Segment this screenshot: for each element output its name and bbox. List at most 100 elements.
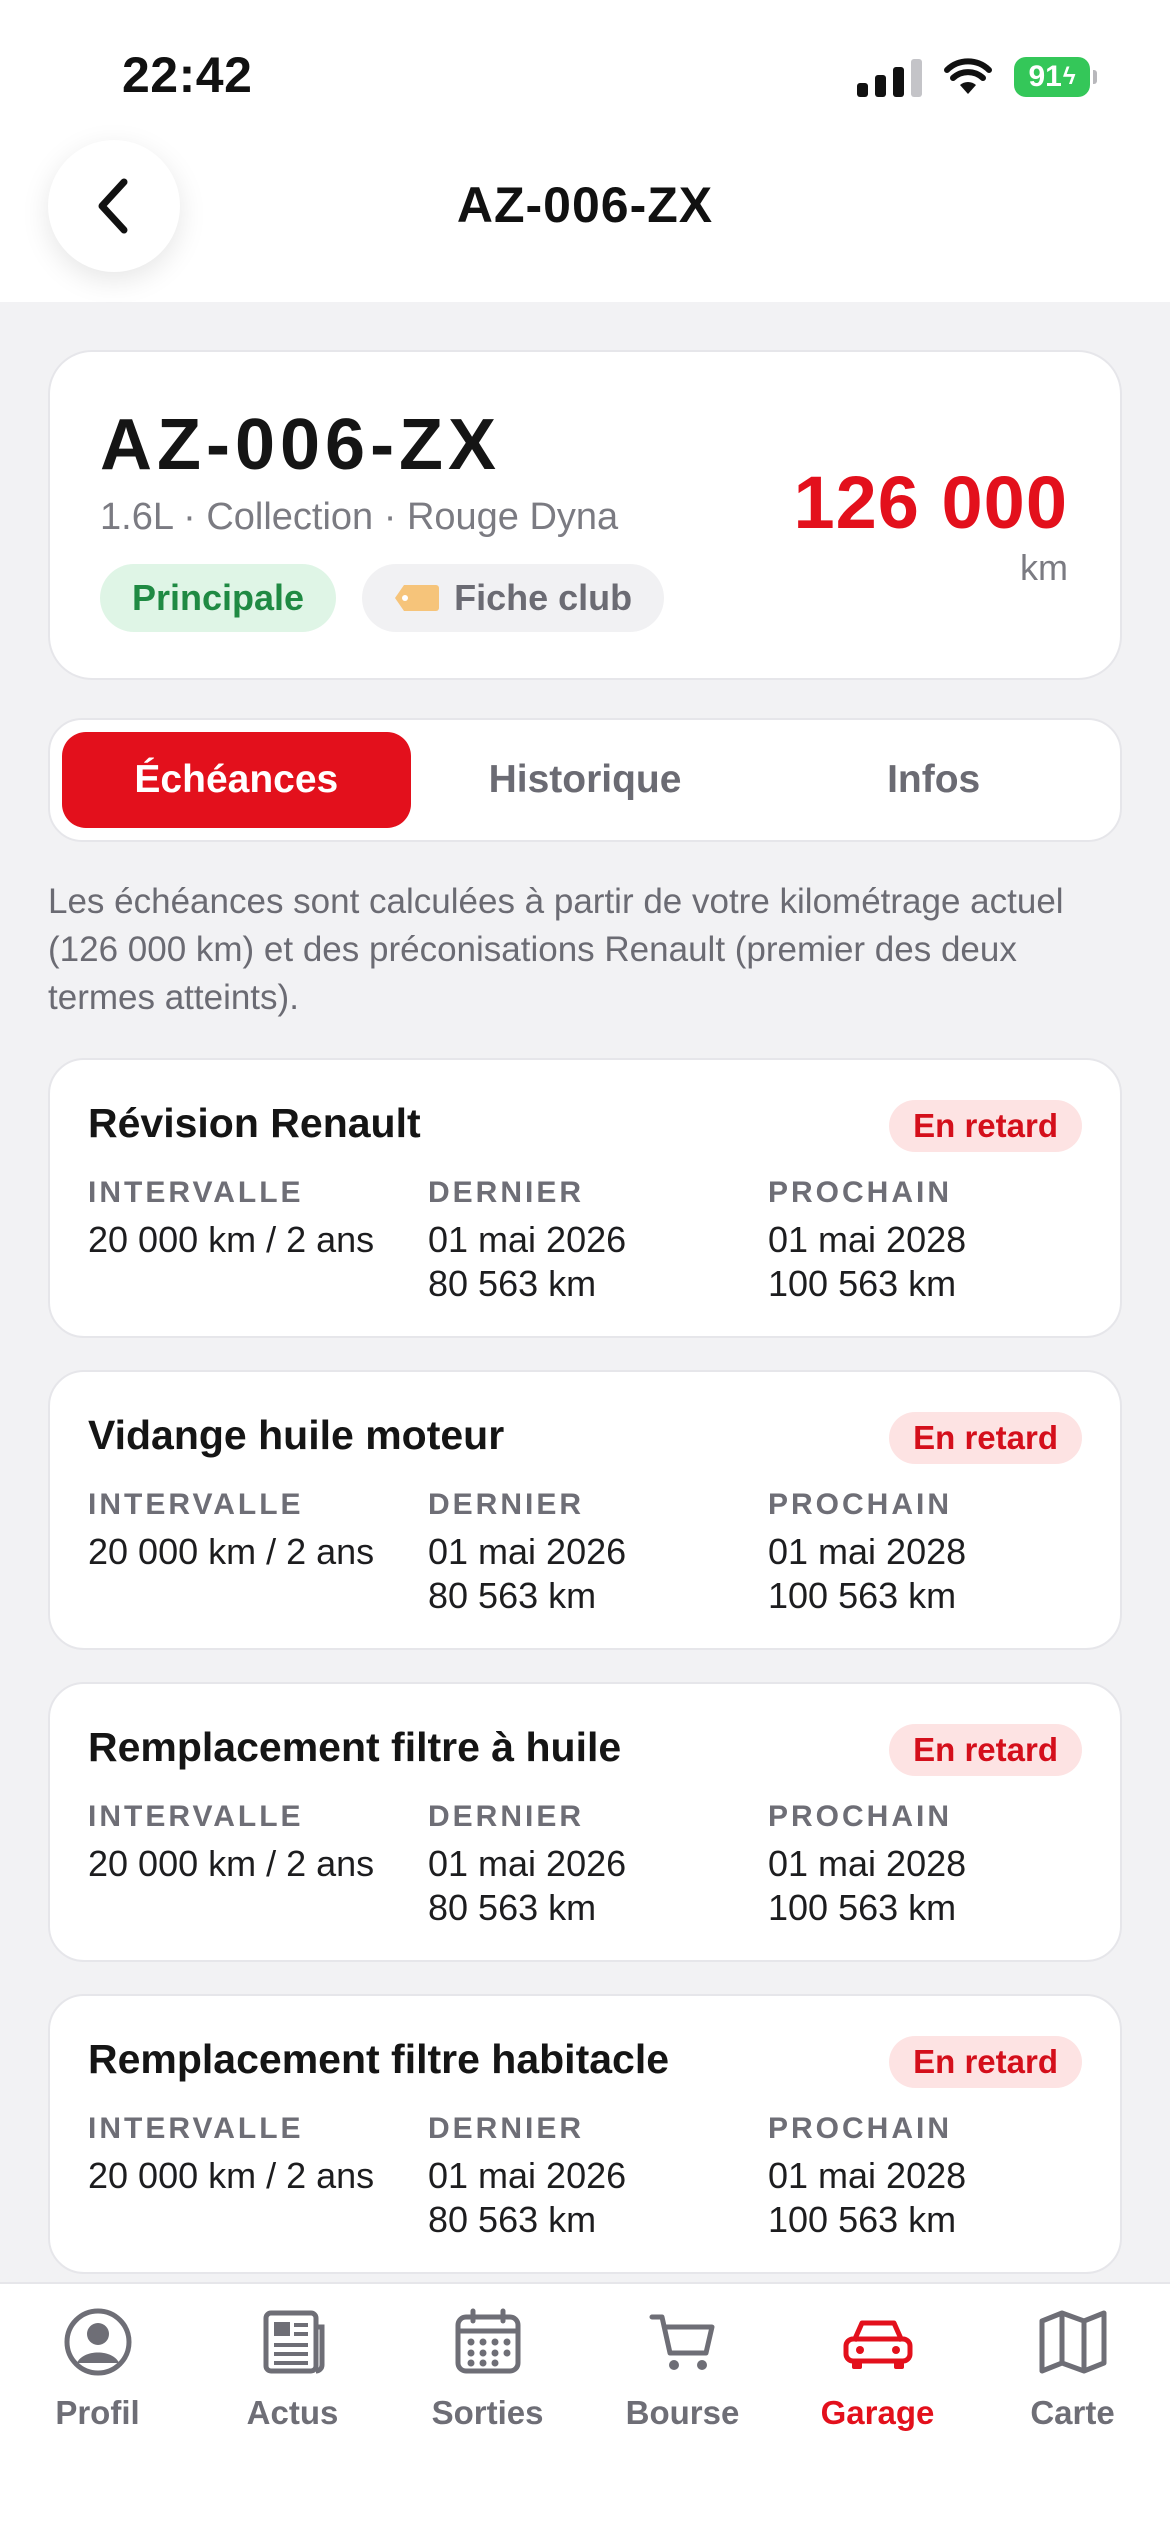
calendar-icon: [448, 2302, 528, 2382]
maintenance-details: INTERVALLE 20 000 km / 2 ans DERNIER 01 …: [88, 1488, 1108, 1618]
profile-icon: [58, 2302, 138, 2382]
next-date: 01 mai 2028: [768, 1219, 967, 1260]
interval-label: INTERVALLE: [88, 1800, 304, 1833]
status-badge: En retard: [889, 2036, 1082, 2088]
vehicle-badges: Principale Fiche club: [100, 564, 665, 632]
tab-echeances[interactable]: Échéances: [62, 732, 411, 828]
nav-label: Bourse: [625, 2394, 740, 2431]
club-sheet-label: Fiche club: [454, 577, 633, 618]
vehicle-summary-card: AZ-006-ZX 1.6L · Collection · Rouge Dyna…: [48, 350, 1122, 680]
next-column: PROCHAIN 01 mai 2028 100 563 km: [768, 1488, 1108, 1618]
status-badge: En retard: [889, 1412, 1082, 1464]
maintenance-card[interactable]: Remplacement filtre habitacle En retard …: [48, 1994, 1122, 2274]
next-label: PROCHAIN: [768, 1800, 953, 1833]
top-bar: 22:42 91 ϟ AZ-006-ZX: [0, 0, 1170, 302]
nav-item-sorties[interactable]: Sorties: [390, 2302, 585, 2432]
interval-column: INTERVALLE 20 000 km / 2 ans: [88, 1488, 428, 1618]
last-date: 01 mai 2026: [428, 1531, 627, 1572]
nav-item-profil[interactable]: Profil: [0, 2302, 195, 2432]
next-column: PROCHAIN 01 mai 2028 100 563 km: [768, 1176, 1108, 1306]
interval-value: 20 000 km / 2 ans: [88, 1531, 375, 1572]
tab-historique[interactable]: Historique: [411, 732, 760, 828]
vehicle-spec: 1.6L · Collection · Rouge Dyna: [100, 496, 619, 538]
maintenance-card[interactable]: Remplacement filtre à huile En retard IN…: [48, 1682, 1122, 1962]
last-label: DERNIER: [428, 1176, 585, 1209]
interval-column: INTERVALLE 20 000 km / 2 ans: [88, 1176, 428, 1306]
maintenance-details: INTERVALLE 20 000 km / 2 ans DERNIER 01 …: [88, 2112, 1108, 2242]
status-badge: En retard: [889, 1724, 1082, 1776]
cellular-signal-icon: [857, 57, 922, 97]
status-icons: 91 ϟ: [857, 52, 1097, 102]
maintenance-title: Vidange huile moteur: [88, 1412, 505, 1458]
next-label: PROCHAIN: [768, 2112, 953, 2145]
nav-label: Sorties: [431, 2394, 544, 2431]
interval-label: INTERVALLE: [88, 1488, 304, 1521]
nav-label: Profil: [55, 2394, 140, 2431]
map-icon: [1033, 2302, 1113, 2382]
nav-item-bourse[interactable]: Bourse: [585, 2302, 780, 2432]
next-label: PROCHAIN: [768, 1488, 953, 1521]
last-date: 01 mai 2026: [428, 1219, 627, 1260]
next-km: 100 563 km: [768, 1575, 957, 1616]
principal-badge-label: Principale: [132, 577, 305, 618]
interval-value: 20 000 km / 2 ans: [88, 1843, 375, 1884]
nav-label: Actus: [246, 2394, 339, 2431]
next-date: 01 mai 2028: [768, 2155, 967, 2196]
maintenance-title: Révision Renault: [88, 1100, 421, 1146]
nav-item-carte[interactable]: Carte: [975, 2302, 1170, 2432]
next-label: PROCHAIN: [768, 1176, 953, 1209]
maintenance-title: Remplacement filtre habitacle: [88, 2036, 670, 2082]
club-sheet-button[interactable]: Fiche club: [362, 564, 665, 632]
interval-value: 20 000 km / 2 ans: [88, 2155, 375, 2196]
schedule-info-text: Les échéances sont calculées à partir de…: [48, 882, 1064, 1017]
maintenance-details: INTERVALLE 20 000 km / 2 ans DERNIER 01 …: [88, 1176, 1108, 1306]
interval-label: INTERVALLE: [88, 1176, 304, 1209]
cart-icon: [643, 2302, 723, 2382]
maintenance-card[interactable]: Révision Renault En retard INTERVALLE 20…: [48, 1058, 1122, 1338]
mileage: 126 000 km: [794, 460, 1069, 589]
maintenance-list: Révision Renault En retard INTERVALLE 20…: [48, 1058, 1122, 2306]
mileage-value: 126 000: [793, 461, 1068, 544]
last-label: DERNIER: [428, 1488, 585, 1521]
status-badge: En retard: [889, 1100, 1082, 1152]
last-km: 80 563 km: [428, 2199, 597, 2240]
nav-label: Garage: [820, 2394, 935, 2431]
nav-item-actus[interactable]: Actus: [195, 2302, 390, 2432]
tab-infos[interactable]: Infos: [759, 732, 1108, 828]
segmented-tabs: Échéances Historique Infos: [48, 718, 1122, 842]
charging-bolt-icon: ϟ: [1062, 63, 1076, 90]
tag-icon: [395, 585, 440, 611]
interval-value: 20 000 km / 2 ans: [88, 1219, 375, 1260]
last-column: DERNIER 01 mai 2026 80 563 km: [428, 1800, 768, 1930]
last-date: 01 mai 2026: [428, 2155, 627, 2196]
car-icon: [838, 2302, 918, 2382]
interval-column: INTERVALLE 20 000 km / 2 ans: [88, 2112, 428, 2242]
maintenance-card[interactable]: Vidange huile moteur En retard INTERVALL…: [48, 1370, 1122, 1650]
license-plate: AZ-006-ZX: [100, 405, 502, 485]
status-time: 22:42: [122, 47, 253, 103]
last-km: 80 563 km: [428, 1575, 597, 1616]
page-title: AZ-006-ZX: [456, 177, 714, 233]
next-km: 100 563 km: [768, 1887, 957, 1928]
next-date: 01 mai 2028: [768, 1531, 967, 1572]
principal-badge: Principale: [100, 564, 337, 632]
wifi-icon: [944, 58, 992, 94]
last-column: DERNIER 01 mai 2026 80 563 km: [428, 1488, 768, 1618]
last-column: DERNIER 01 mai 2026 80 563 km: [428, 2112, 768, 2242]
interval-label: INTERVALLE: [88, 2112, 304, 2145]
interval-column: INTERVALLE 20 000 km / 2 ans: [88, 1800, 428, 1930]
last-column: DERNIER 01 mai 2026 80 563 km: [428, 1176, 768, 1306]
last-label: DERNIER: [428, 2112, 585, 2145]
next-column: PROCHAIN 01 mai 2028 100 563 km: [768, 2112, 1108, 2242]
last-date: 01 mai 2026: [428, 1843, 627, 1884]
maintenance-details: INTERVALLE 20 000 km / 2 ans DERNIER 01 …: [88, 1800, 1108, 1930]
battery-icon: 91 ϟ: [1014, 57, 1097, 97]
last-km: 80 563 km: [428, 1887, 597, 1928]
last-km: 80 563 km: [428, 1263, 597, 1304]
next-km: 100 563 km: [768, 2199, 957, 2240]
bottom-navigation: Profil Actus Sorties Bourse Garage Carte: [0, 2282, 1170, 2532]
battery-level: 91: [1028, 60, 1062, 93]
nav-label: Carte: [1030, 2394, 1115, 2431]
nav-item-garage[interactable]: Garage: [780, 2302, 975, 2432]
next-km: 100 563 km: [768, 1263, 957, 1304]
